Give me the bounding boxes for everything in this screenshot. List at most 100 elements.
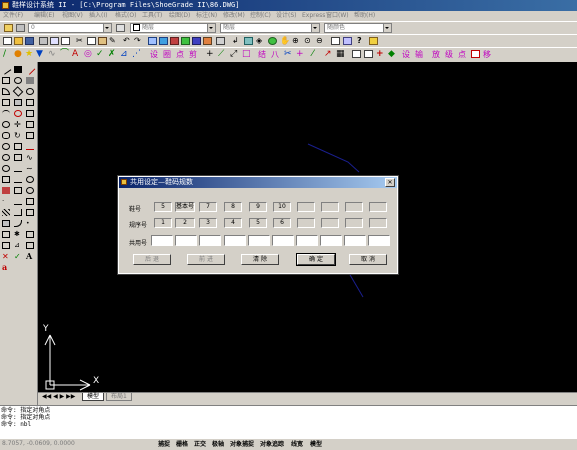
bulb-icon[interactable]: ● xyxy=(14,50,23,59)
menu-design[interactable]: 设计(S) xyxy=(276,11,297,21)
tool-icon-a[interactable] xyxy=(14,66,22,73)
cross-icon[interactable]: ✗ xyxy=(108,50,117,59)
menu-draw[interactable]: 绘图(D) xyxy=(169,11,190,21)
color-combo[interactable]: 随层 xyxy=(130,23,216,33)
status-osnap-button[interactable]: 对象捕捉 xyxy=(230,440,254,449)
status-model-button[interactable]: 模型 xyxy=(310,440,322,449)
command-prompt-line[interactable]: 命令: nbl xyxy=(1,421,577,428)
shared-size-input[interactable] xyxy=(248,235,270,246)
star-icon[interactable]: ★ xyxy=(25,50,34,59)
linetype-combo[interactable]: 随层 xyxy=(220,23,320,33)
toolbar-text-5[interactable]: 结 xyxy=(258,50,269,59)
shared-size-input[interactable] xyxy=(175,235,197,246)
arc-icon[interactable]: ⌒ xyxy=(60,50,69,59)
size-cell[interactable]: 10 xyxy=(273,202,291,212)
circle-draw-icon[interactable] xyxy=(2,121,10,128)
toolbar-text-10[interactable]: 点 xyxy=(458,50,469,59)
check-icon[interactable]: ✓ xyxy=(96,50,105,59)
tool-icon-w[interactable]: a xyxy=(2,263,10,271)
help-icon[interactable]: ? xyxy=(357,37,366,45)
shared-size-input[interactable] xyxy=(368,235,390,246)
copy-icon[interactable] xyxy=(87,37,96,45)
menu-view[interactable]: 视图(V) xyxy=(62,11,83,21)
tool-icon-3[interactable] xyxy=(181,37,190,45)
toolbar-text-4[interactable]: 剪 xyxy=(189,50,200,59)
page-icon[interactable] xyxy=(364,50,373,58)
circle-tool-icon[interactable] xyxy=(14,77,22,84)
size-cell[interactable]: 8 xyxy=(224,202,242,212)
shared-size-input[interactable] xyxy=(199,235,221,246)
shared-size-input[interactable] xyxy=(224,235,246,246)
shared-size-input[interactable] xyxy=(272,235,294,246)
match-properties-icon[interactable]: ✎ xyxy=(109,37,118,45)
tool-icon-v[interactable]: ✓ xyxy=(14,253,22,261)
zoom-window-icon[interactable]: ⊙ xyxy=(304,37,313,45)
tool-icon-n[interactable] xyxy=(26,176,34,183)
insert-block-icon[interactable] xyxy=(2,176,10,183)
cancel-button[interactable]: 取 消 xyxy=(349,254,387,265)
tool-icon-8[interactable] xyxy=(244,37,253,45)
tool-icon-g[interactable] xyxy=(14,110,22,117)
undo-icon[interactable]: ↶ xyxy=(123,37,132,45)
line-tool-icon[interactable] xyxy=(0,64,12,75)
size-cell[interactable]: 基本号 xyxy=(175,202,195,212)
layer-manager-icon[interactable] xyxy=(4,24,13,32)
menu-help[interactable]: 帮助(H) xyxy=(354,11,375,21)
save-icon[interactable] xyxy=(25,37,34,45)
back-button[interactable]: 后 退 xyxy=(133,254,171,265)
point-icon[interactable]: · xyxy=(2,198,10,205)
sequence-cell[interactable] xyxy=(369,218,387,228)
menu-edit[interactable]: 编辑(E) xyxy=(34,11,54,21)
arrow-icon[interactable]: ↗ xyxy=(324,50,333,59)
scissors-icon[interactable]: ✂ xyxy=(284,50,293,59)
red-square-icon[interactable] xyxy=(471,50,480,58)
tool-icon-7[interactable]: ↲ xyxy=(232,37,241,45)
delete-icon[interactable]: ✕ xyxy=(2,253,10,261)
polyline-icon[interactable] xyxy=(2,88,10,95)
toolbar-text-7[interactable]: 输 xyxy=(415,50,426,59)
tool-icon-4[interactable] xyxy=(192,37,201,45)
paste-icon[interactable] xyxy=(98,37,107,45)
fillet-icon[interactable] xyxy=(14,220,22,227)
cut-icon[interactable]: ✂ xyxy=(76,37,85,45)
tool-icon-2[interactable] xyxy=(170,37,179,45)
status-snap-button[interactable]: 捕捉 xyxy=(158,440,170,449)
tool-icon-d[interactable] xyxy=(26,88,34,95)
menu-format[interactable]: 格式(O) xyxy=(115,11,136,21)
shared-size-input[interactable] xyxy=(344,235,366,246)
gradient-icon[interactable] xyxy=(2,220,10,227)
join-icon[interactable] xyxy=(14,198,22,205)
curve-icon[interactable]: ∿ xyxy=(48,50,57,59)
tab-model[interactable]: 模型 xyxy=(82,393,105,401)
scale-icon[interactable] xyxy=(14,143,22,150)
move-icon[interactable]: ⤢ xyxy=(230,50,239,59)
make-current-layer-icon[interactable] xyxy=(116,24,125,32)
tool-icon-o[interactable] xyxy=(26,187,34,194)
properties-icon[interactable] xyxy=(331,37,340,45)
draw-line-icon[interactable]: / xyxy=(3,50,12,59)
tab-nav-arrows-icon[interactable]: ◀◀ ◀ ▶ ▶▶ xyxy=(42,394,75,400)
ellipse-icon[interactable] xyxy=(2,154,10,161)
app-icon[interactable] xyxy=(2,2,9,9)
status-polar-button[interactable]: 极轴 xyxy=(212,440,224,449)
brush-icon[interactable]: ◆ xyxy=(388,50,397,59)
ok-button[interactable]: 确 定 xyxy=(296,253,336,266)
ellipse-arc-icon[interactable] xyxy=(2,165,10,172)
tool-icon-u[interactable] xyxy=(26,242,34,249)
size-cell[interactable]: 9 xyxy=(249,202,267,212)
menu-tools[interactable]: 工具(T) xyxy=(142,11,162,21)
move-tool-icon[interactable]: ✛ xyxy=(14,121,22,129)
pan-icon[interactable]: ✋ xyxy=(280,37,290,45)
sequence-cell[interactable]: 1 xyxy=(154,218,172,228)
shared-size-input[interactable] xyxy=(151,235,173,246)
shared-size-input[interactable] xyxy=(296,235,318,246)
publish-icon[interactable] xyxy=(61,37,70,45)
hatch-tool-icon[interactable] xyxy=(2,209,10,216)
rectangle-icon[interactable] xyxy=(2,99,10,106)
dialog-title-bar[interactable]: 共用设定—鞋码规数 ✕ xyxy=(119,177,397,188)
menu-dimension[interactable]: 标注(N) xyxy=(196,11,217,21)
menu-express[interactable]: Express xyxy=(302,11,325,21)
close-icon[interactable]: ✕ xyxy=(385,178,395,187)
chevron-down-icon[interactable] xyxy=(383,24,391,32)
shared-size-input[interactable] xyxy=(320,235,342,246)
